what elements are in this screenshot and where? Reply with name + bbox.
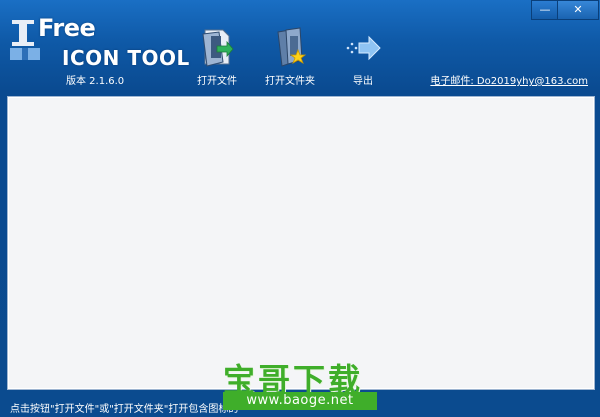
logo-text-free: Free — [38, 14, 96, 42]
open-file-button[interactable]: 打开文件 — [177, 26, 257, 88]
export-button[interactable]: 导出 — [323, 26, 403, 88]
minimize-button[interactable]: — — [531, 0, 559, 20]
open-folder-icon — [272, 26, 308, 72]
logo-mark-icon — [10, 18, 40, 62]
export-label: 导出 — [353, 76, 373, 87]
open-folder-label: 打开文件夹 — [265, 76, 315, 87]
export-icon — [343, 26, 383, 72]
watermark-url: www.baoge.net — [223, 392, 377, 410]
open-folder-button[interactable]: 打开文件夹 — [250, 26, 330, 88]
status-bar-text: 点击按钮"打开文件"或"打开文件夹"打开包含图标的 — [10, 404, 239, 415]
logo-text-icon-tool: ICON TOOL — [62, 46, 190, 70]
open-file-icon — [199, 26, 235, 72]
icon-list-panel[interactable] — [7, 96, 595, 390]
close-button[interactable]: ✕ — [557, 0, 599, 20]
open-file-label: 打开文件 — [197, 76, 237, 87]
app-window: Free ICON TOOL 版本 2.1.6.0 打开文件 打开文件夹 导出 … — [0, 0, 600, 417]
watermark: 宝哥下载 www.baoge.net — [223, 355, 377, 413]
email-link[interactable]: 电子邮件: Do2019yhy@163.com — [430, 72, 588, 87]
version-label: 版本 2.1.6.0 — [66, 76, 125, 87]
